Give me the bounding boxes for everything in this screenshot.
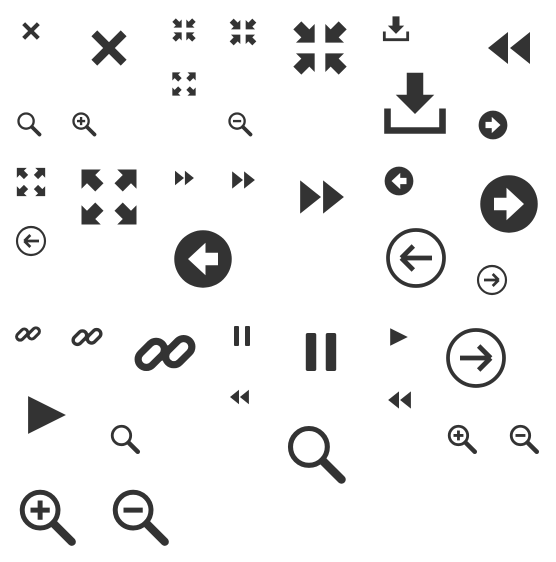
zoom-out-icon[interactable]: [107, 484, 173, 550]
zoom-in-icon[interactable]: [14, 484, 80, 550]
rewind-icon[interactable]: [228, 388, 250, 406]
arrow-right-circle-icon[interactable]: [478, 110, 508, 140]
arrow-left-circle-icon[interactable]: [173, 229, 233, 289]
arrow-left-outline-icon[interactable]: [384, 226, 448, 290]
zoom-out-icon[interactable]: [507, 422, 541, 456]
pause-icon[interactable]: [302, 330, 340, 374]
play-icon[interactable]: [388, 326, 410, 348]
fast-forward-icon[interactable]: [173, 169, 195, 187]
close-icon[interactable]: [20, 20, 42, 42]
play-icon[interactable]: [26, 394, 68, 436]
close-icon[interactable]: [87, 26, 131, 70]
collapse-icon[interactable]: [288, 16, 352, 80]
search-icon[interactable]: [15, 110, 43, 138]
zoom-in-icon[interactable]: [70, 110, 98, 138]
link-icon[interactable]: [70, 320, 104, 354]
zoom-out-icon[interactable]: [226, 110, 254, 138]
link-icon[interactable]: [132, 320, 198, 386]
fast-forward-icon[interactable]: [296, 175, 346, 219]
zoom-in-icon[interactable]: [445, 422, 479, 456]
expand-icon[interactable]: [76, 164, 142, 230]
search-icon[interactable]: [282, 420, 350, 488]
arrow-left-outline-icon[interactable]: [15, 225, 47, 257]
fast-forward-icon[interactable]: [230, 169, 256, 191]
arrow-right-outline-icon[interactable]: [444, 326, 508, 390]
rewind-icon[interactable]: [386, 389, 412, 411]
link-icon[interactable]: [14, 320, 42, 348]
download-icon[interactable]: [382, 14, 410, 42]
collapse-icon[interactable]: [227, 16, 259, 48]
search-icon[interactable]: [108, 422, 142, 456]
arrow-right-outline-icon[interactable]: [476, 264, 508, 296]
expand-icon[interactable]: [14, 165, 48, 199]
download-icon[interactable]: [382, 70, 448, 136]
expand-icon[interactable]: [170, 70, 198, 98]
rewind-icon[interactable]: [484, 28, 532, 68]
pause-icon[interactable]: [232, 325, 252, 347]
arrow-left-circle-icon[interactable]: [384, 166, 414, 196]
collapse-icon[interactable]: [170, 16, 198, 44]
arrow-right-circle-icon[interactable]: [479, 174, 539, 234]
